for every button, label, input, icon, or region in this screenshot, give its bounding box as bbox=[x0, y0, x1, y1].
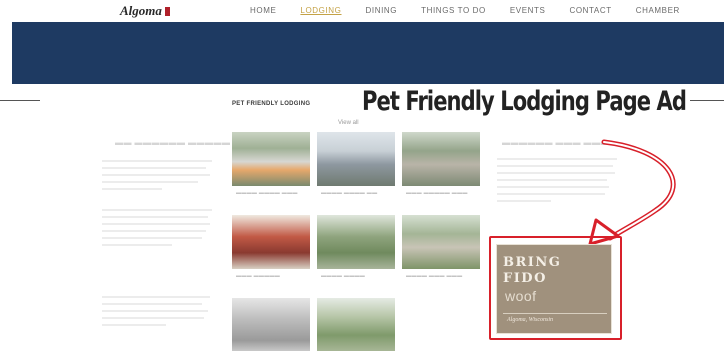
ad-headline-2: FIDO bbox=[503, 271, 547, 286]
left-text-line bbox=[102, 188, 162, 190]
page-title: PET FRIENDLY LODGING bbox=[232, 101, 311, 107]
view-all-link[interactable]: View all bbox=[338, 120, 359, 126]
nav-home[interactable]: HOME bbox=[250, 6, 276, 15]
ad-woof-text: woof bbox=[505, 288, 537, 304]
lodging-thumbnail[interactable] bbox=[317, 132, 395, 186]
left-divider bbox=[0, 100, 40, 101]
left-text-line bbox=[102, 230, 206, 232]
left-text-line bbox=[102, 310, 208, 312]
ad-divider bbox=[503, 313, 607, 314]
left-text-line bbox=[102, 223, 210, 225]
right-divider bbox=[690, 100, 724, 101]
thumbnail-caption: ▬▬▬▬ ▬▬▬ ▬▬▬ bbox=[406, 273, 463, 279]
left-text-line bbox=[102, 317, 204, 319]
left-text-line bbox=[102, 216, 208, 218]
nav-dining[interactable]: DINING bbox=[366, 6, 398, 15]
left-text-line bbox=[102, 324, 166, 326]
logo-mark-icon bbox=[164, 7, 170, 16]
lodging-thumbnail[interactable] bbox=[232, 298, 310, 351]
left-text-line bbox=[102, 244, 172, 246]
nav-lodging[interactable]: LODGING bbox=[300, 6, 341, 15]
thumbnail-caption: ▬▬▬ ▬▬▬▬▬ bbox=[236, 273, 281, 279]
header-banner bbox=[12, 22, 724, 84]
site-logo[interactable]: Algoma bbox=[120, 3, 170, 19]
nav-events[interactable]: EVENTS bbox=[510, 6, 546, 15]
left-column-heading: ▬▬ ▬▬▬▬▬▬ ▬▬▬▬▬ bbox=[115, 138, 231, 147]
bring-fido-ad[interactable]: BRING FIDO woof Algoma, Wisconsin bbox=[496, 244, 612, 334]
lodging-thumbnail[interactable] bbox=[402, 132, 480, 186]
thumbnail-caption: ▬▬▬▬ ▬▬▬▬ ▬▬▬ bbox=[236, 190, 298, 196]
left-text-line bbox=[102, 209, 212, 211]
thumbnail-caption: ▬▬▬▬ ▬▬▬▬ ▬▬ bbox=[321, 190, 378, 196]
left-text-line bbox=[102, 237, 202, 239]
lodging-thumbnail[interactable] bbox=[232, 215, 310, 269]
lodging-thumbnail[interactable] bbox=[402, 215, 480, 269]
lodging-thumbnail[interactable] bbox=[317, 298, 395, 351]
nav-contact[interactable]: CONTACT bbox=[569, 6, 611, 15]
nav-links: HOME LODGING DINING THINGS TO DO EVENTS … bbox=[250, 6, 680, 15]
nav-things-to-do[interactable]: THINGS TO DO bbox=[421, 6, 486, 15]
lodging-thumbnail[interactable] bbox=[232, 132, 310, 186]
left-text-line bbox=[102, 167, 206, 169]
left-text-line bbox=[102, 181, 198, 183]
site-logo-text: Algoma bbox=[120, 3, 162, 18]
thumbnail-caption: ▬▬▬ ▬▬▬▬▬ ▬▬▬ bbox=[406, 190, 468, 196]
nav-chamber[interactable]: CHAMBER bbox=[636, 6, 680, 15]
thumbnail-caption: ▬▬▬▬ ▬▬▬▬ bbox=[321, 273, 366, 279]
ad-location-script: Algoma, Wisconsin bbox=[507, 317, 553, 323]
left-text-line bbox=[102, 303, 202, 305]
lodging-thumbnail[interactable] bbox=[317, 215, 395, 269]
top-nav: Algoma HOME LODGING DINING THINGS TO DO … bbox=[0, 0, 724, 20]
annotation-arrow-icon bbox=[588, 139, 676, 246]
left-text-line bbox=[102, 174, 210, 176]
ad-headline-1: BRING bbox=[503, 255, 562, 270]
left-text-line bbox=[102, 296, 210, 298]
left-text-line bbox=[102, 160, 212, 162]
annotation-caption: Pet Friendly Lodging Page Ad bbox=[362, 86, 687, 117]
right-text-line bbox=[497, 200, 551, 202]
